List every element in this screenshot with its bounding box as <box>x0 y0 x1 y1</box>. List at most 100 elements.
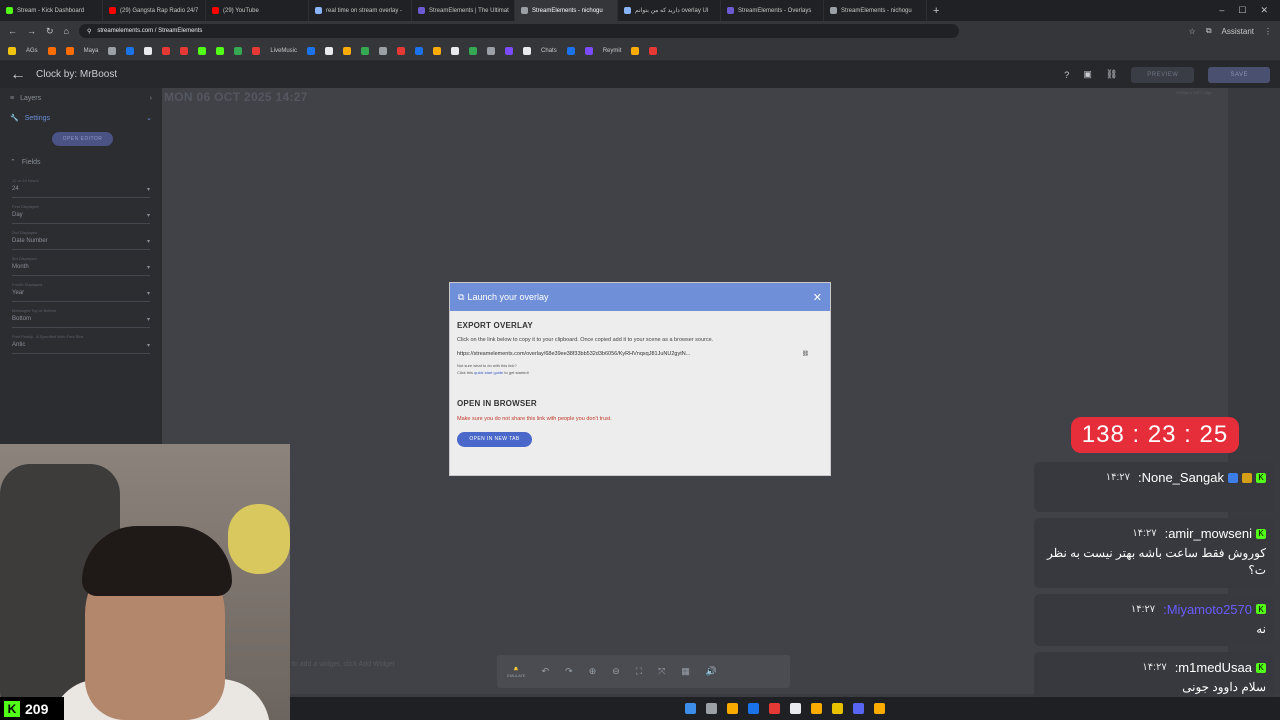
browser-tab[interactable]: StreamElements - Overlays <box>721 0 824 21</box>
open-editor-button[interactable]: OPEN EDITOR <box>52 132 113 146</box>
bookmark-icon[interactable] <box>108 46 117 55</box>
bookmark-icon[interactable] <box>379 46 388 55</box>
back-arrow-icon[interactable]: ← <box>10 66 26 84</box>
volume-icon[interactable]: 🔊 <box>706 666 717 677</box>
kick-icon[interactable] <box>216 46 225 55</box>
close-window-icon[interactable]: ✕ <box>1260 5 1268 16</box>
bookmark-icon[interactable] <box>433 46 442 55</box>
redo-icon[interactable]: ↷ <box>565 666 573 677</box>
bookmark-icon[interactable] <box>415 46 424 55</box>
bookmark-icon[interactable] <box>523 46 532 55</box>
field-select[interactable]: Bottom ▾ <box>12 313 150 328</box>
bookmark-icon[interactable] <box>343 46 352 55</box>
bookmark-label[interactable]: Reymit <box>603 48 622 54</box>
copy-link-icon[interactable]: ⛓ <box>802 351 809 357</box>
kick-icon[interactable] <box>198 46 207 55</box>
field-select[interactable]: Day ▾ <box>12 209 150 224</box>
sidebar-item-layers[interactable]: ≡ Layers › <box>0 88 162 108</box>
bookmark-icon[interactable] <box>180 46 189 55</box>
field-select[interactable]: Month ▾ <box>12 261 150 276</box>
media-icon[interactable] <box>769 703 780 714</box>
maximize-icon[interactable]: ☐ <box>1238 5 1246 16</box>
extensions-icon[interactable]: ⧉ <box>1206 26 1212 36</box>
field-select[interactable]: Antic ▾ <box>12 339 150 354</box>
notes-icon[interactable] <box>832 703 843 714</box>
canvas-clock-widget[interactable]: MON 06 OCT 2025 14:27 <box>164 90 308 104</box>
link-icon[interactable]: ⛓ <box>1106 69 1117 80</box>
save-button[interactable]: SAVE <box>1208 66 1270 83</box>
open-new-tab-button[interactable]: OPEN IN NEW TAB <box>457 431 532 447</box>
preview-button[interactable]: PREVIEW <box>1131 66 1195 83</box>
obs-icon[interactable] <box>790 703 801 714</box>
bookmark-icon[interactable] <box>234 46 243 55</box>
bookmark-icon[interactable] <box>505 46 514 55</box>
fullscreen-icon[interactable]: ⛶ <box>636 666 642 677</box>
bookmark-icon[interactable] <box>307 46 316 55</box>
undo-icon[interactable]: ↶ <box>542 666 550 677</box>
new-tab-icon[interactable]: + <box>927 5 945 17</box>
edge-icon[interactable] <box>748 703 759 714</box>
bookmark-icon[interactable] <box>65 46 74 55</box>
bookmark-icon[interactable] <box>47 46 56 55</box>
help-icon[interactable]: ? <box>1064 70 1069 80</box>
reload-icon[interactable]: ↻ <box>46 26 54 37</box>
discord-icon[interactable] <box>853 703 864 714</box>
sidebar-item-settings[interactable]: 🔧 Settings ⌄ <box>0 108 162 128</box>
bookmark-icon[interactable] <box>487 46 496 55</box>
screen-icon[interactable]: ▣ <box>1083 69 1092 80</box>
field-select[interactable]: Date Number ▾ <box>12 235 150 250</box>
browser-tab[interactable]: (29) YouTube <box>206 0 309 21</box>
field-select[interactable]: Year ▾ <box>12 287 150 302</box>
browser-tab[interactable]: Stream - Kick Dashboard <box>0 0 103 21</box>
browser-tab[interactable]: real time on stream overlay - <box>309 0 412 21</box>
bookmark-icon[interactable] <box>325 46 334 55</box>
bookmark-icon[interactable] <box>361 46 370 55</box>
bookmark-icon[interactable] <box>126 46 135 55</box>
zoom-out-icon[interactable]: ⊖ <box>612 666 620 677</box>
bookmark-label[interactable]: LiveMusic <box>270 48 297 54</box>
close-icon[interactable]: ✕ <box>813 291 822 304</box>
browser-tab[interactable]: StreamElements | The Ultimat <box>412 0 515 21</box>
forward-icon[interactable]: → <box>27 26 36 36</box>
fields-section-toggle[interactable]: ⌃ Fields <box>0 152 162 172</box>
bookmark-star-icon[interactable]: ☆ <box>1189 27 1196 36</box>
fit-icon[interactable]: ⤧ <box>658 666 665 677</box>
browser-tab[interactable]: StreamElements - nichogu <box>824 0 927 21</box>
assistant-button[interactable]: Assistant <box>1222 27 1254 36</box>
minimize-icon[interactable]: – <box>1219 5 1224 16</box>
field-select[interactable]: 24 ▾ <box>12 183 150 198</box>
x-icon[interactable] <box>144 46 153 55</box>
browser-tab[interactable]: (29) Gangsta Rap Radio 24/7 <box>103 0 206 21</box>
bookmark-icon[interactable] <box>469 46 478 55</box>
bookmark-label[interactable]: Chats <box>541 48 557 54</box>
search-icon[interactable] <box>706 703 717 714</box>
overlay-url[interactable]: https://streamelements.com/overlay/68e39… <box>457 351 690 357</box>
bookmark-icon[interactable] <box>631 46 640 55</box>
bookmark-icon[interactable] <box>451 46 460 55</box>
file-explorer-icon[interactable] <box>727 703 738 714</box>
folder-icon[interactable] <box>811 703 822 714</box>
bookmark-icon[interactable] <box>566 46 575 55</box>
browser-tab[interactable]: دارید که من بتوانم overlay UI <box>618 0 721 21</box>
quick-start-guide-link[interactable]: quick start guide <box>474 370 503 375</box>
bookmark-icon[interactable] <box>649 46 658 55</box>
address-bar[interactable]: ⚲ streamelements.com / StreamElements <box>78 24 959 38</box>
home-icon[interactable]: ⌂ <box>64 26 69 36</box>
folder-icon[interactable] <box>874 703 885 714</box>
zoom-in-icon[interactable]: ⊕ <box>589 666 597 677</box>
bookmark-icon[interactable] <box>162 46 171 55</box>
browser-tab-active[interactable]: StreamElements - nichogu <box>515 0 618 21</box>
bookmark-icon[interactable] <box>397 46 406 55</box>
bookmark-label[interactable]: Maya <box>84 48 99 54</box>
folder-icon[interactable] <box>8 46 16 55</box>
reymit-icon[interactable] <box>584 46 593 55</box>
bookmark-label[interactable]: AGs <box>26 48 38 54</box>
emulate-button[interactable]: 🔔 EMULATE <box>507 666 526 678</box>
menu-icon[interactable]: ⋮ <box>1264 27 1272 36</box>
back-icon[interactable]: ← <box>8 26 17 36</box>
site-info-icon[interactable]: ⚲ <box>87 28 91 35</box>
windows-start-icon[interactable] <box>685 703 696 714</box>
grid-icon[interactable]: ▦ <box>681 666 690 677</box>
music-icon[interactable] <box>252 46 261 55</box>
overlay-url-row[interactable]: https://streamelements.com/overlay/68e39… <box>457 351 823 357</box>
